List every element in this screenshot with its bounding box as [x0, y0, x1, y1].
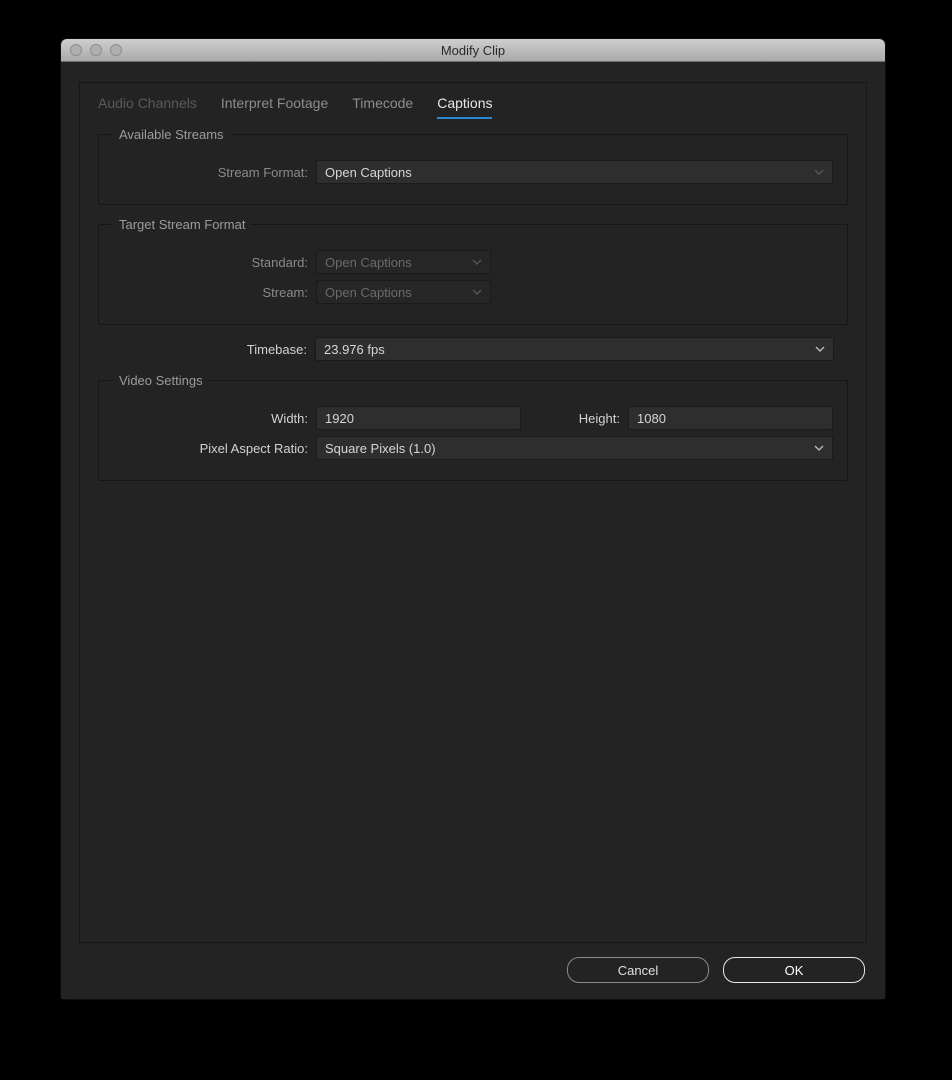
pixel-aspect-ratio-value: Square Pixels (1.0) [325, 441, 436, 456]
tab-captions[interactable]: Captions [437, 95, 492, 119]
width-input[interactable]: 1920 [316, 406, 521, 430]
height-label: Height: [550, 411, 628, 426]
video-settings-legend: Video Settings [113, 373, 209, 388]
cancel-button[interactable]: Cancel [567, 957, 709, 983]
stream-select[interactable]: Open Captions [316, 280, 491, 304]
modify-clip-window: Modify Clip Audio Channels Interpret Foo… [60, 38, 886, 1000]
window-title: Modify Clip [61, 43, 885, 58]
chevron-down-icon [815, 346, 825, 352]
timebase-value: 23.976 fps [324, 342, 385, 357]
pixel-aspect-ratio-label: Pixel Aspect Ratio: [113, 441, 316, 456]
tab-interpret-footage[interactable]: Interpret Footage [221, 95, 328, 119]
chevron-down-icon [814, 445, 824, 451]
standard-label: Standard: [113, 255, 316, 270]
stream-format-value: Open Captions [325, 165, 412, 180]
standard-value: Open Captions [325, 255, 412, 270]
pixel-aspect-ratio-select[interactable]: Square Pixels (1.0) [316, 436, 833, 460]
tab-timecode[interactable]: Timecode [352, 95, 413, 119]
stream-format-select[interactable]: Open Captions [316, 160, 833, 184]
width-value: 1920 [325, 411, 354, 426]
dialog-body: Audio Channels Interpret Footage Timecod… [61, 62, 885, 999]
titlebar: Modify Clip [61, 39, 885, 62]
tab-audio-channels[interactable]: Audio Channels [98, 95, 197, 119]
timebase-label: Timebase: [112, 342, 315, 357]
chevron-down-icon [472, 259, 482, 265]
timebase-select[interactable]: 23.976 fps [315, 337, 834, 361]
tab-bar: Audio Channels Interpret Footage Timecod… [80, 83, 866, 119]
available-streams-legend: Available Streams [113, 127, 230, 142]
window-controls [70, 44, 122, 56]
minimize-window-button[interactable] [90, 44, 102, 56]
target-stream-format-legend: Target Stream Format [113, 217, 251, 232]
chevron-down-icon [814, 169, 824, 175]
width-label: Width: [113, 411, 316, 426]
captions-tab-content: Available Streams Stream Format: Open Ca… [80, 119, 866, 493]
dialog-panel: Audio Channels Interpret Footage Timecod… [79, 82, 867, 943]
available-streams-group: Available Streams Stream Format: Open Ca… [98, 127, 848, 205]
dialog-buttons: Cancel OK [79, 943, 867, 983]
close-window-button[interactable] [70, 44, 82, 56]
ok-button[interactable]: OK [723, 957, 865, 983]
height-input[interactable]: 1080 [628, 406, 833, 430]
target-stream-format-group: Target Stream Format Standard: Open Capt… [98, 217, 848, 325]
stream-label: Stream: [113, 285, 316, 300]
stream-value: Open Captions [325, 285, 412, 300]
chevron-down-icon [472, 289, 482, 295]
standard-select[interactable]: Open Captions [316, 250, 491, 274]
zoom-window-button[interactable] [110, 44, 122, 56]
video-settings-group: Video Settings Width: 1920 Height: 1080 [98, 373, 848, 481]
height-value: 1080 [637, 411, 666, 426]
stream-format-label: Stream Format: [113, 165, 316, 180]
